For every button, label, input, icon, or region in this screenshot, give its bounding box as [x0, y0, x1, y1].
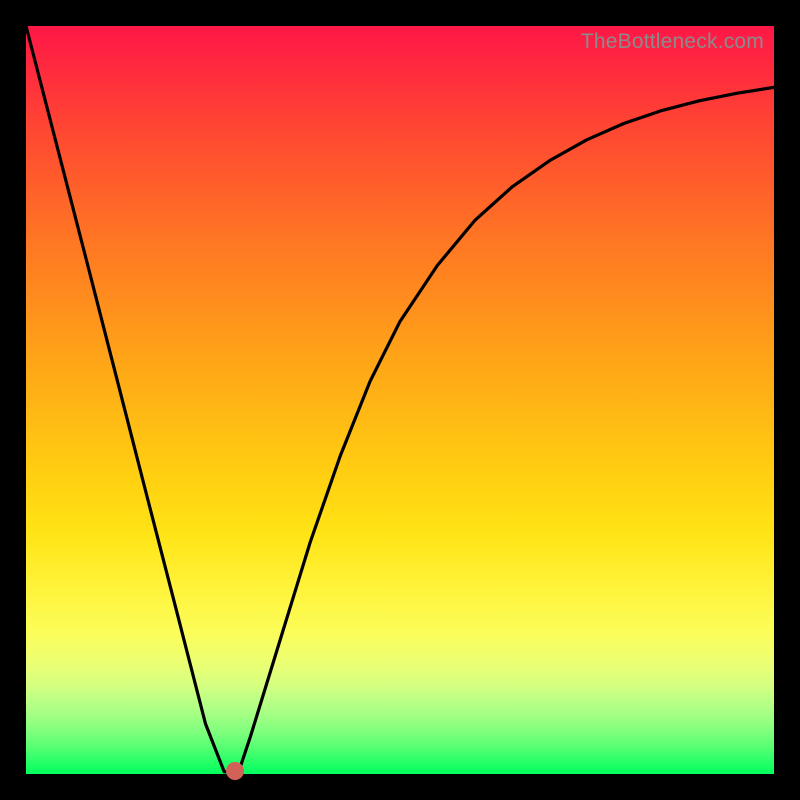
watermark-text: TheBottleneck.com [581, 30, 764, 54]
optimal-point-marker [226, 762, 244, 780]
chart-frame: TheBottleneck.com [0, 0, 800, 800]
bottleneck-curve [26, 26, 774, 774]
plot-area: TheBottleneck.com [26, 26, 774, 774]
